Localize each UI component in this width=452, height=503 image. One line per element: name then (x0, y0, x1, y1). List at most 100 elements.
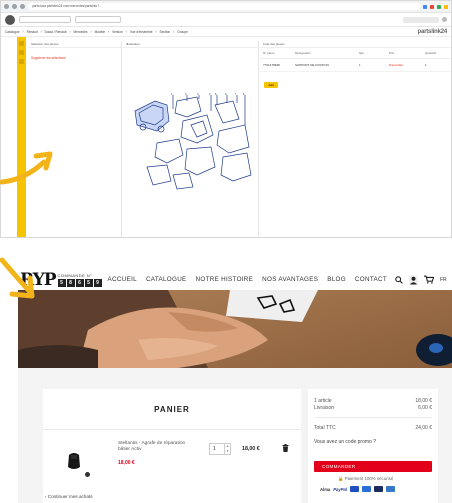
browser-toolbar: parts4usa.partslink24.com/mercedes/parts… (1, 1, 451, 13)
panel-header: Illustration (123, 41, 258, 48)
clear-selection-link[interactable]: Supprimer les sélections (28, 48, 121, 68)
nav-link-accueil[interactable]: ACCUEIL (108, 276, 137, 283)
pointer-arrow-icon (0, 151, 53, 185)
breadcrumb-item[interactable]: Version (112, 30, 123, 34)
language-selector[interactable]: FR (440, 277, 447, 283)
address-bar[interactable]: parts4usa.partslink24.com/mercedes/parts… (28, 3, 420, 10)
product-thumbnail[interactable] (65, 451, 83, 471)
table-row[interactable]: 7701476698 SUPPORT DE FIXATION 1 Disponi… (260, 59, 451, 72)
promo-code-link[interactable]: Vous avez un code promo ? (314, 439, 376, 445)
app-toolbar (1, 13, 451, 27)
column-header: Désignation (295, 51, 311, 55)
user-icon[interactable] (442, 17, 447, 22)
divider (314, 417, 432, 418)
extension-icon[interactable] (423, 4, 427, 9)
summary-label: Livraison (314, 405, 335, 411)
settings-button[interactable] (403, 16, 439, 23)
search-icon[interactable] (395, 275, 403, 284)
exploded-parts-diagram[interactable]: 123 456 78 (127, 91, 259, 191)
column-header: Prix (389, 51, 395, 55)
part-status: Disponible (389, 63, 404, 67)
account-icon[interactable] (409, 275, 418, 285)
summary-value: 6,00 € (418, 405, 432, 411)
cart-panel: PANIER Stellantis - Agrafe de réparation… (43, 389, 301, 503)
line-total: 18,00 € (242, 446, 260, 452)
illustration-panel: Illustration 1 2 3 4 5 6 7 8 (123, 41, 259, 237)
order-number-label: COMMANDE N° (57, 272, 93, 278)
menu-icon[interactable] (19, 41, 24, 46)
reload-icon[interactable] (20, 4, 25, 9)
breadcrumb-item[interactable]: Section (160, 30, 171, 34)
breadcrumb: Catalogue › Renault › Dacia / Renault › Mer… (1, 27, 451, 37)
site-header: RYP COMMANDE N° 5 8 6 5 9 ACCUEIL CATALO… (18, 269, 452, 290)
part-number: 7701476698 (263, 63, 280, 67)
secure-payment-text: Paiement 100% sécurisé (344, 476, 394, 481)
summary-row-items: 1 article 18,00 € (314, 398, 432, 404)
vin-input[interactable] (75, 16, 121, 23)
extension-icon[interactable] (437, 4, 441, 9)
breadcrumb-item[interactable]: Groupe (177, 30, 188, 34)
nav-link-avantages[interactable]: NOS AVANTAGES (262, 276, 318, 283)
quantity-value[interactable]: 1 (210, 444, 224, 454)
nav-link-contact[interactable]: CONTACT (355, 276, 387, 283)
order-summary: 1 article 18,00 € Livraison 6,00 € Total… (308, 389, 438, 503)
order-digit: 8 (66, 278, 75, 287)
collage-root: parts4usa.partslink24.com/mercedes/parts… (0, 0, 452, 503)
list-icon[interactable] (19, 50, 24, 55)
order-number-badge: COMMANDE N° 5 8 6 5 9 (57, 272, 102, 287)
breadcrumb-item[interactable]: Mercedes (74, 30, 88, 34)
checkout-button[interactable]: COMMANDER (314, 461, 432, 472)
breadcrumb-item[interactable]: Modèle (95, 30, 105, 34)
hero-banner-image (18, 290, 452, 368)
card-logo (362, 486, 371, 492)
pointer-arrow-icon (0, 257, 35, 299)
quantity-stepper[interactable]: 1 ▲ ▼ (209, 443, 231, 455)
nav-link-histoire[interactable]: NOTRE HISTOIRE (196, 276, 254, 283)
divider (43, 429, 301, 430)
continue-shopping-link[interactable]: ‹ Continuer mes achats (45, 494, 93, 499)
search-input[interactable] (19, 16, 71, 23)
payment-logos: Alma PayPal (320, 486, 395, 492)
summary-value: 24,00 € (415, 425, 432, 431)
order-digit: 9 (93, 278, 102, 287)
order-digit: 6 (75, 278, 84, 287)
product-name[interactable]: Stellantis - Agrafe de réparation bâtier… (118, 441, 188, 454)
extension-icon[interactable] (430, 4, 434, 9)
breadcrumb-item[interactable]: Dacia / Renault (45, 30, 67, 34)
parts-list-panel: Liste des pièces N° pièce Désignation Qt… (260, 41, 451, 237)
nav-link-catalogue[interactable]: CATALOGUE (146, 276, 187, 283)
cart-icon[interactable] (424, 275, 434, 284)
panel-header: Sélection des pièces (28, 41, 121, 48)
breadcrumb-item[interactable]: Vue d'ensemble (130, 30, 153, 34)
breadcrumb-item[interactable]: Renault (27, 30, 38, 34)
breadcrumb-item[interactable]: Catalogue (5, 30, 20, 34)
order-digit: 5 (57, 278, 66, 287)
add-to-cart-button[interactable]: Add (264, 82, 278, 88)
color-swatch (85, 472, 90, 477)
summary-label: 1 article (314, 398, 332, 404)
forward-icon[interactable] (12, 4, 17, 9)
lock-icon: 🔒 (338, 476, 344, 481)
alma-logo: Alma (320, 486, 331, 492)
side-toolbar (17, 37, 26, 237)
parts-catalog-screenshot: parts4usa.partslink24.com/mercedes/parts… (0, 0, 452, 238)
quantity-arrows[interactable]: ▲ ▼ (224, 444, 230, 454)
summary-label: Total TTC (314, 425, 336, 431)
column-header: N° pièce (263, 51, 275, 55)
nav-link-blog[interactable]: BLOG (327, 276, 346, 283)
trash-icon[interactable] (282, 444, 289, 452)
panel-header: Liste des pièces (260, 41, 451, 48)
summary-value: 18,00 € (415, 398, 432, 404)
shop-cart-screenshot: RYP COMMANDE N° 5 8 6 5 9 ACCUEIL CATALO… (18, 269, 452, 503)
qty-select[interactable]: 1 (425, 63, 427, 67)
renault-logo-icon (5, 14, 15, 25)
extension-icon[interactable] (444, 4, 448, 9)
cart-title: PANIER (154, 405, 190, 414)
product-unit-price: 18,00 € (118, 460, 135, 466)
cart-icon[interactable] (19, 59, 24, 64)
back-icon[interactable] (4, 4, 9, 9)
card-logo (350, 486, 359, 492)
summary-row-total: Total TTC 24,00 € (314, 425, 432, 431)
column-header: Qté (359, 51, 364, 55)
card-logo (374, 486, 383, 492)
